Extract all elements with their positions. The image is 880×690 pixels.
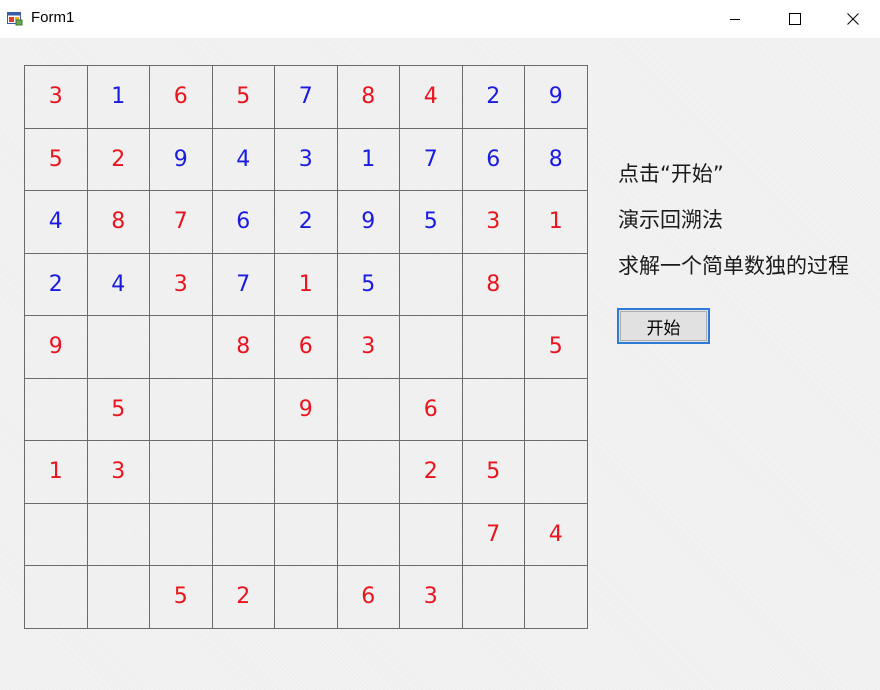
- sudoku-cell: 5: [461, 440, 525, 504]
- close-button[interactable]: [824, 0, 880, 38]
- sudoku-cell: [461, 377, 525, 441]
- sudoku-cell: [24, 377, 88, 441]
- sudoku-cell: 8: [524, 127, 588, 191]
- sudoku-cell: [149, 315, 213, 379]
- sudoku-cell: 7: [399, 127, 463, 191]
- sudoku-cell: 6: [399, 377, 463, 441]
- sudoku-cell: 8: [86, 190, 150, 254]
- window-title: Form1: [31, 9, 75, 26]
- sudoku-cell: 7: [211, 252, 275, 316]
- maximize-icon: [789, 10, 801, 29]
- sudoku-cell: [24, 565, 88, 629]
- info-line-3: 求解一个简单数独的过程: [618, 254, 849, 278]
- sudoku-cell: 7: [274, 65, 338, 129]
- sudoku-cell: 5: [86, 377, 150, 441]
- sudoku-cell: [336, 502, 400, 566]
- sudoku-cell: 7: [149, 190, 213, 254]
- sudoku-cell: 4: [24, 190, 88, 254]
- sudoku-cell: 5: [24, 127, 88, 191]
- sudoku-cell: 2: [211, 565, 275, 629]
- sudoku-cell: 2: [461, 65, 525, 129]
- sudoku-cell: 5: [524, 315, 588, 379]
- sudoku-cell: 3: [274, 127, 338, 191]
- sudoku-grid: 3165784295294317684876295312437158986355…: [24, 65, 588, 629]
- sudoku-cell: 8: [461, 252, 525, 316]
- sudoku-cell: [461, 315, 525, 379]
- sudoku-cell: [399, 502, 463, 566]
- close-icon: [847, 10, 859, 29]
- sudoku-cell: 7: [461, 502, 525, 566]
- sudoku-cell: 5: [149, 565, 213, 629]
- start-button[interactable]: 开始: [617, 308, 710, 344]
- sudoku-cell: 6: [461, 127, 525, 191]
- sudoku-cell: [86, 315, 150, 379]
- sudoku-cell: 2: [24, 252, 88, 316]
- sudoku-cell: 2: [274, 190, 338, 254]
- sudoku-cell: 2: [86, 127, 150, 191]
- sudoku-cell: 8: [211, 315, 275, 379]
- sudoku-cell: [461, 565, 525, 629]
- sudoku-cell: 9: [149, 127, 213, 191]
- sudoku-cell: [524, 565, 588, 629]
- sudoku-cell: [149, 502, 213, 566]
- sudoku-cell: 9: [336, 190, 400, 254]
- sudoku-cell: 4: [524, 502, 588, 566]
- app-window: Form1 3165784295294317684876295312437158…: [0, 0, 880, 690]
- sudoku-cell: [24, 502, 88, 566]
- sudoku-cell: [86, 502, 150, 566]
- sudoku-cell: 3: [336, 315, 400, 379]
- sudoku-cell: [211, 440, 275, 504]
- sudoku-cell: [149, 440, 213, 504]
- minimize-icon: [729, 10, 741, 29]
- sudoku-cell: [274, 502, 338, 566]
- sudoku-cell: 2: [399, 440, 463, 504]
- sudoku-cell: [149, 377, 213, 441]
- sudoku-cell: [399, 315, 463, 379]
- sudoku-cell: 4: [399, 65, 463, 129]
- minimize-button[interactable]: [706, 0, 764, 38]
- sudoku-cell: 6: [211, 190, 275, 254]
- info-line-2: 演示回溯法: [618, 208, 723, 232]
- sudoku-cell: 3: [149, 252, 213, 316]
- sudoku-cell: 3: [86, 440, 150, 504]
- maximize-button[interactable]: [766, 0, 824, 38]
- sudoku-cell: 8: [336, 65, 400, 129]
- start-button-focus-frame: [620, 311, 707, 341]
- sudoku-cell: 6: [336, 565, 400, 629]
- sudoku-cell: 1: [336, 127, 400, 191]
- sudoku-cell: 3: [461, 190, 525, 254]
- sudoku-cell: 9: [274, 377, 338, 441]
- sudoku-cell: 5: [399, 190, 463, 254]
- sudoku-cell: [524, 377, 588, 441]
- sudoku-cell: 1: [86, 65, 150, 129]
- title-bar[interactable]: Form1: [0, 0, 880, 38]
- sudoku-cell: 6: [149, 65, 213, 129]
- sudoku-cell: [399, 252, 463, 316]
- sudoku-cell: [336, 377, 400, 441]
- sudoku-cell: [524, 440, 588, 504]
- sudoku-cell: [274, 440, 338, 504]
- sudoku-cell: 1: [24, 440, 88, 504]
- sudoku-cell: [524, 252, 588, 316]
- sudoku-cell: [336, 440, 400, 504]
- sudoku-cell: 9: [524, 65, 588, 129]
- sudoku-cell: 1: [524, 190, 588, 254]
- sudoku-cell: 4: [211, 127, 275, 191]
- sudoku-cell: 3: [399, 565, 463, 629]
- sudoku-cell: 3: [24, 65, 88, 129]
- sudoku-cell: 5: [211, 65, 275, 129]
- sudoku-cell: 1: [274, 252, 338, 316]
- sudoku-cell: [211, 502, 275, 566]
- app-icon: [7, 10, 23, 26]
- sudoku-cell: 9: [24, 315, 88, 379]
- sudoku-cell: 5: [336, 252, 400, 316]
- sudoku-cell: [86, 565, 150, 629]
- info-line-1: 点击“开始”: [618, 162, 724, 186]
- sudoku-cell: [274, 565, 338, 629]
- sudoku-cell: [211, 377, 275, 441]
- sudoku-cell: 6: [274, 315, 338, 379]
- sudoku-cell: 4: [86, 252, 150, 316]
